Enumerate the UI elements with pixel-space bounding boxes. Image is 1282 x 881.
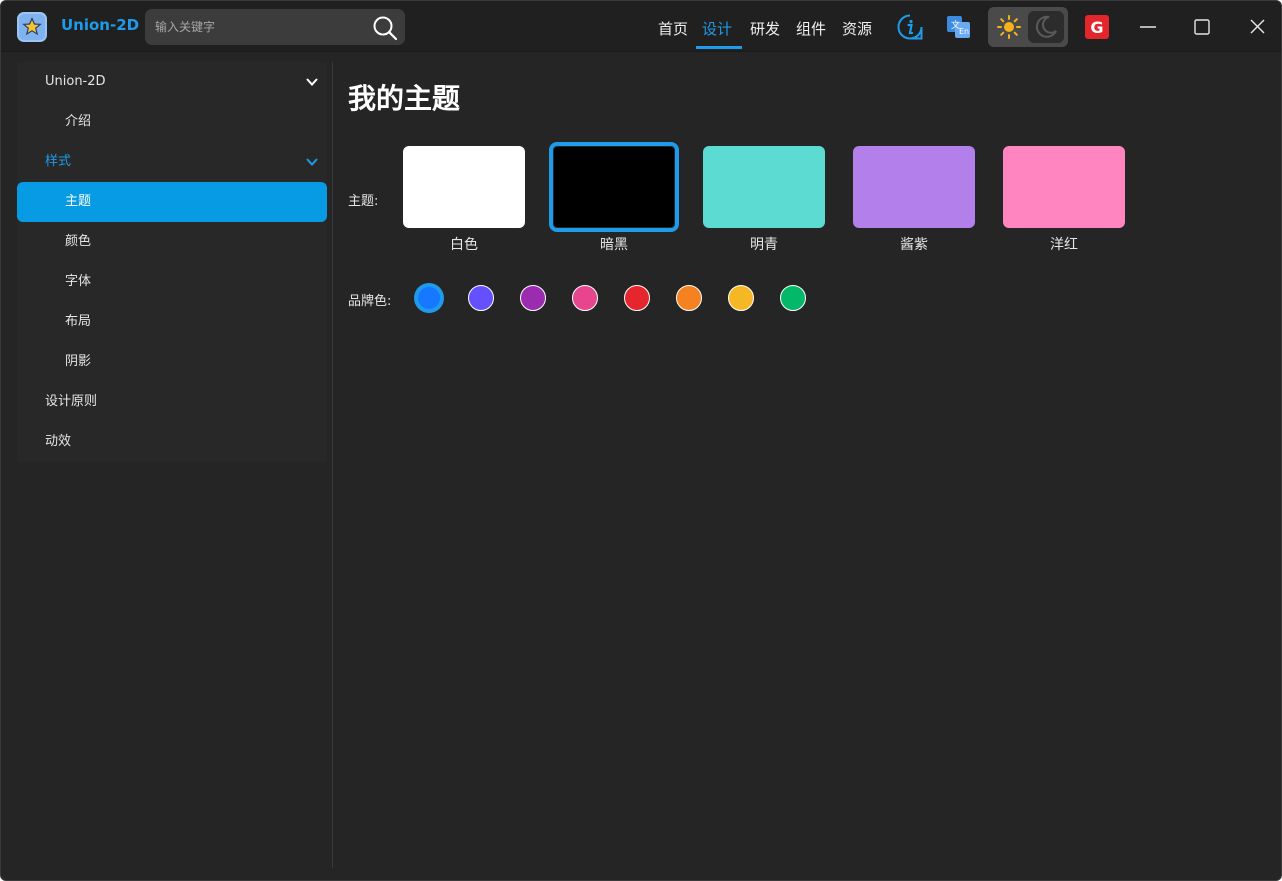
theme-label-dark: 暗黑 xyxy=(600,237,628,253)
sidebar-item-motion[interactable]: 动效 xyxy=(17,422,327,462)
dark-mode-button[interactable] xyxy=(1028,11,1064,43)
search-box xyxy=(145,9,405,45)
theme-label-purple: 酱紫 xyxy=(900,237,928,253)
nav-components[interactable]: 组件 xyxy=(796,18,826,50)
nav-dev[interactable]: 研发 xyxy=(750,18,780,50)
sidebar-item-style[interactable]: 样式 xyxy=(17,142,327,182)
sidebar-item-design-principles[interactable]: 设计原则 xyxy=(17,382,327,422)
moon-icon xyxy=(1035,15,1057,38)
sidebar-item-theme[interactable]: 主题 xyxy=(17,182,327,222)
theme-label-cyan: 明青 xyxy=(750,237,778,253)
sidebar-item-shadow[interactable]: 阴影 xyxy=(17,342,327,382)
nav-home[interactable]: 首页 xyxy=(658,18,688,50)
app-logo-icon[interactable] xyxy=(17,12,47,42)
theme-card-dark[interactable] xyxy=(549,142,679,232)
sidebar-item-color[interactable]: 颜色 xyxy=(17,222,327,262)
search-input[interactable] xyxy=(155,17,355,37)
page-title: 我的主题 xyxy=(348,82,461,115)
sidebar: Union-2D 介绍 样式 主题 颜色 字体 布局 阴影 设计原则 动效 xyxy=(17,62,327,462)
translate-icon[interactable]: 文 En xyxy=(946,14,972,40)
maximize-icon[interactable] xyxy=(1187,13,1217,41)
theme-card-cyan[interactable] xyxy=(703,146,825,228)
nav-resources[interactable]: 资源 xyxy=(842,18,872,50)
close-icon[interactable] xyxy=(1242,13,1272,41)
chevron-down-icon xyxy=(306,78,318,86)
theme-label-magenta: 洋红 xyxy=(1050,237,1078,253)
theme-card-purple[interactable] xyxy=(853,146,975,228)
brand-color-green[interactable] xyxy=(780,285,806,311)
svg-text:En: En xyxy=(959,27,969,36)
sun-icon[interactable] xyxy=(996,14,1022,40)
sidebar-item-font[interactable]: 字体 xyxy=(17,262,327,302)
search-icon[interactable] xyxy=(371,14,399,42)
app-window: Union-2D 首页 设计 研发 组件 资源 文 En xyxy=(0,0,1282,881)
title-bar: Union-2D 首页 设计 研发 组件 资源 文 En xyxy=(1,1,1281,52)
minimize-icon[interactable] xyxy=(1133,13,1163,41)
sidebar-item-intro[interactable]: 介绍 xyxy=(17,102,327,142)
info-icon[interactable] xyxy=(896,13,924,41)
theme-card-magenta[interactable] xyxy=(1003,146,1125,228)
theme-label-white: 白色 xyxy=(450,237,478,253)
chevron-down-icon xyxy=(306,158,318,166)
brand-color-pink[interactable] xyxy=(572,285,598,311)
theme-toggle xyxy=(988,7,1068,47)
brand-color-indigo[interactable] xyxy=(468,285,494,311)
app-name: Union-2D xyxy=(61,16,140,34)
brand-row-label: 品牌色: xyxy=(348,294,392,309)
theme-row-label: 主题: xyxy=(348,194,379,209)
theme-card-white[interactable] xyxy=(403,146,525,228)
brand-color-orange[interactable] xyxy=(676,285,702,311)
sidebar-divider xyxy=(332,62,333,868)
nav-active-indicator xyxy=(696,46,742,49)
brand-color-red[interactable] xyxy=(624,285,650,311)
brand-color-blue[interactable] xyxy=(416,285,442,311)
sidebar-item-layout[interactable]: 布局 xyxy=(17,302,327,342)
brand-color-yellow[interactable] xyxy=(728,285,754,311)
brand-color-violet[interactable] xyxy=(520,285,546,311)
g-logo-icon[interactable]: G xyxy=(1085,15,1109,39)
sidebar-item-union-2d[interactable]: Union-2D xyxy=(17,62,327,102)
